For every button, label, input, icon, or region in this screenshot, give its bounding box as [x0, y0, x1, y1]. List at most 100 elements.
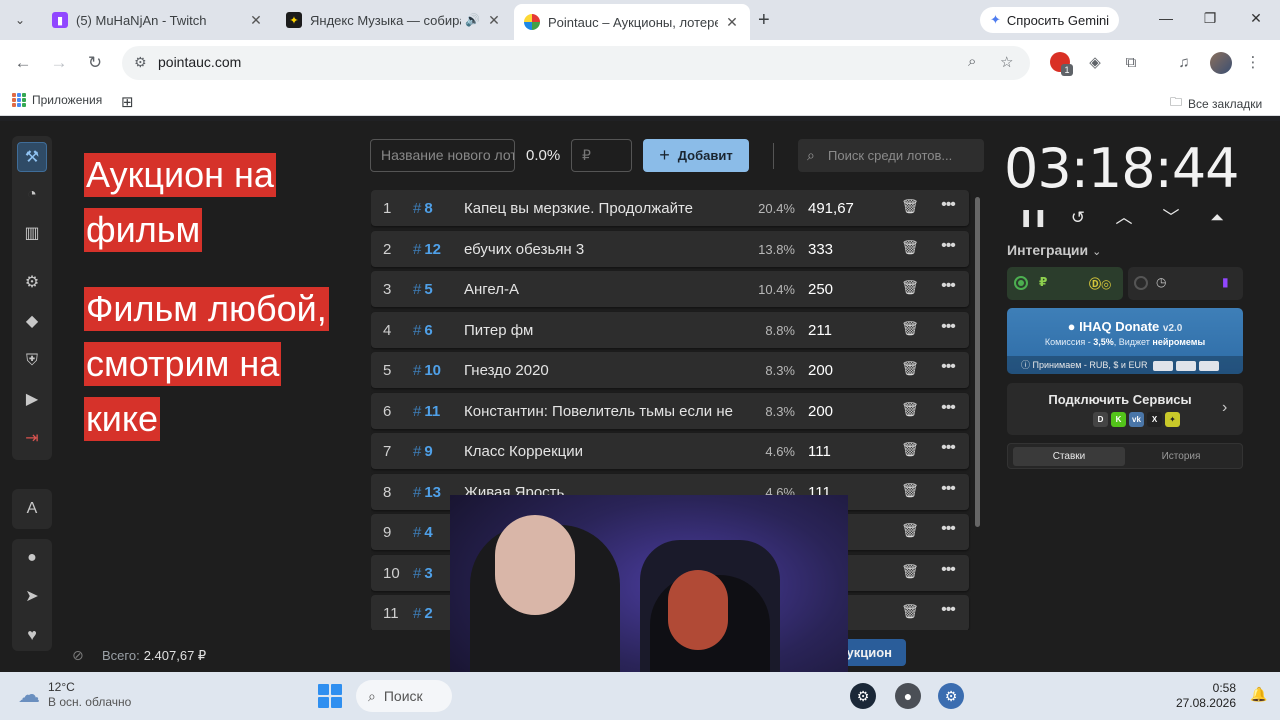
eye-off-icon[interactable]: ⊘ — [72, 647, 92, 664]
tab-history[interactable]: История — [1125, 447, 1237, 466]
tab-twitch[interactable]: ▮ (5) MuHaNjAn - Twitch ✕ — [42, 4, 274, 36]
reload-button[interactable]: ↻ — [84, 52, 106, 74]
back-button[interactable]: ← — [12, 52, 34, 74]
wheel-icon[interactable]: ◔ — [17, 180, 47, 210]
trash-icon[interactable]: 🗑 — [901, 360, 919, 377]
lot-row[interactable]: 7 #9 Класс Коррекции 4.6% 111 🗑 ••• — [371, 433, 969, 469]
new-tab-button[interactable]: + — [758, 10, 770, 30]
more-options-icon[interactable]: ••• — [939, 480, 957, 498]
shield-icon[interactable]: ⛨ — [17, 346, 47, 376]
add-time-icon[interactable]: ︿ — [1111, 205, 1137, 231]
lot-value[interactable]: 200 — [808, 403, 833, 420]
double-up-icon[interactable]: ⏶ — [1204, 205, 1230, 231]
auction-hammer-icon[interactable]: ⚒ — [17, 142, 47, 172]
media-control-icon[interactable]: ♫ — [1173, 52, 1195, 74]
trash-icon[interactable]: 🗑 — [901, 279, 919, 296]
more-options-icon[interactable]: ••• — [939, 520, 957, 538]
lot-amount-input[interactable]: ₽ — [571, 139, 632, 172]
layers-icon[interactable]: ◆ — [17, 307, 47, 337]
obs-icon[interactable]: ● — [895, 683, 921, 709]
lot-value[interactable]: 211 — [808, 322, 832, 339]
translate-icon[interactable]: A — [17, 494, 47, 524]
tab-yandex-music[interactable]: ✦ Яндекс Музыка — собирае 🔊 ✕ — [276, 4, 512, 36]
zoom-icon[interactable]: ⌕ — [968, 53, 976, 70]
taskbar-search[interactable]: ⌕ Поиск — [356, 680, 452, 712]
all-bookmarks-folder[interactable]: 🗀 Все закладки — [1170, 93, 1262, 114]
pause-icon[interactable]: ❚❚ — [1019, 205, 1048, 231]
address-bar[interactable]: ⚙ pointauc.com ⌕ ☆ — [122, 46, 1030, 80]
lot-value[interactable]: 111 — [808, 443, 831, 460]
lot-row[interactable]: 2 #12 ебучих обезьян 3 13.8% 333 🗑 ••• — [371, 230, 969, 267]
lot-list-scrollbar[interactable] — [975, 197, 980, 527]
close-tab-icon[interactable]: ✕ — [724, 14, 740, 31]
lot-row[interactable]: 1 #8 Капец вы мерзкие. Продолжайте 20.4% 491… — [371, 190, 969, 226]
integration-twitch[interactable]: ◷ ▮ — [1128, 267, 1243, 300]
close-tab-icon[interactable]: ✕ — [486, 12, 502, 29]
more-options-icon[interactable]: ••• — [939, 399, 957, 417]
start-auction-button[interactable]: укцион — [840, 639, 906, 666]
extensions-puzzle-icon[interactable]: ⧉ — [1120, 52, 1142, 74]
lot-value[interactable]: 200 — [808, 362, 833, 379]
browser-menu-icon[interactable]: ⋮ — [1242, 52, 1264, 74]
trash-icon[interactable]: 🗑 — [901, 320, 919, 337]
notification-bell-icon[interactable]: 🔔 — [1250, 686, 1267, 703]
subtract-time-icon[interactable]: ﹀ — [1158, 205, 1184, 231]
lot-row[interactable]: 4 #6 Питер фм 8.8% 211 🗑 ••• — [371, 311, 969, 348]
lot-name[interactable]: Гнездо 2020 — [464, 362, 746, 379]
integrations-toggle[interactable]: Интеграции ⌄ — [1007, 242, 1101, 258]
bookmark-star-icon[interactable]: ☆ — [1000, 53, 1013, 71]
tab-groups-icon[interactable]: ⊞ — [121, 93, 134, 111]
site-info-icon[interactable]: ⚙ — [134, 54, 147, 71]
trash-icon[interactable]: 🗑 — [901, 401, 919, 418]
lot-name[interactable]: Капец вы мерзкие. Продолжайте — [464, 200, 746, 217]
tab-pointauc[interactable]: Pointauc – Аукционы, лотереи ✕ — [514, 4, 750, 40]
add-lot-button[interactable]: + Добавит — [643, 139, 749, 172]
extension-shield-icon[interactable]: ◈ — [1084, 52, 1106, 74]
trash-icon[interactable]: 🗑 — [901, 482, 919, 499]
weather-widget[interactable]: ☁ 12°C В осн. облачно — [18, 680, 131, 710]
lot-name[interactable]: ебучих обезьян 3 — [464, 241, 746, 258]
trash-icon[interactable]: 🗑 — [901, 603, 919, 620]
telegram-icon[interactable]: ➤ — [17, 582, 47, 612]
donate-hand-icon[interactable]: ♥ — [17, 621, 47, 651]
trash-icon[interactable]: 🗑 — [901, 563, 919, 580]
github-icon[interactable]: ● — [17, 543, 47, 573]
more-options-icon[interactable]: ••• — [939, 561, 957, 579]
more-options-icon[interactable]: ••• — [939, 277, 957, 295]
speaker-icon[interactable]: 🔊 — [465, 13, 480, 27]
gemini-button[interactable]: ✦ Спросить Gemini — [980, 7, 1120, 33]
close-window-button[interactable]: ✕ — [1246, 10, 1266, 27]
clock[interactable]: 0:58 27.08.2026 — [1170, 681, 1236, 711]
forward-button[interactable]: → — [48, 52, 70, 74]
stats-chart-icon[interactable]: ▥ — [17, 219, 47, 249]
lot-name[interactable]: Ангел-А — [464, 281, 746, 298]
lot-name-input[interactable]: Название нового лота — [370, 139, 515, 172]
video-library-icon[interactable]: ▶ — [17, 385, 47, 415]
profile-avatar[interactable] — [1210, 52, 1232, 74]
reset-timer-icon[interactable]: ↺ — [1065, 205, 1091, 231]
lot-row[interactable]: 3 #5 Ангел-А 10.4% 250 🗑 ••• — [371, 271, 969, 307]
trash-icon[interactable]: 🗑 — [901, 441, 919, 458]
more-options-icon[interactable]: ••• — [939, 439, 957, 457]
lot-row[interactable]: 5 #10 Гнездо 2020 8.3% 200 🗑 ••• — [371, 352, 969, 388]
lot-value[interactable]: 491,67 — [808, 200, 854, 217]
ihaq-donate-banner[interactable]: ● IHAQ Donate v2.0 Комиссия - 3,5%, Видж… — [1007, 308, 1243, 374]
more-options-icon[interactable]: ••• — [939, 318, 957, 336]
lot-search-input[interactable]: ⌕ Поиск среди лотов... — [798, 139, 984, 172]
trash-icon[interactable]: 🗑 — [901, 522, 919, 539]
close-tab-icon[interactable]: ✕ — [248, 12, 264, 29]
lot-name[interactable]: Константин: Повелитель тьмы если не — [464, 403, 746, 420]
tab-search-icon[interactable]: ⌄ — [8, 8, 32, 32]
trash-icon[interactable]: 🗑 — [901, 239, 919, 256]
connect-services-card[interactable]: Подключить Сервисы D K vk X ✦ › — [1007, 383, 1243, 435]
logout-icon[interactable]: ⇥ — [17, 424, 47, 454]
more-options-icon[interactable]: ••• — [939, 237, 957, 255]
apps-shortcut[interactable]: Приложения — [12, 93, 102, 107]
more-options-icon[interactable]: ••• — [939, 601, 957, 619]
minimize-button[interactable]: — — [1156, 10, 1176, 26]
lot-row[interactable]: 6 #11 Константин: Повелитель тьмы если не 8… — [371, 392, 969, 429]
lot-value[interactable]: 250 — [808, 281, 833, 298]
tab-bids[interactable]: Ставки — [1013, 447, 1125, 466]
trash-icon[interactable]: 🗑 — [901, 198, 919, 215]
more-options-icon[interactable]: ••• — [939, 358, 957, 376]
